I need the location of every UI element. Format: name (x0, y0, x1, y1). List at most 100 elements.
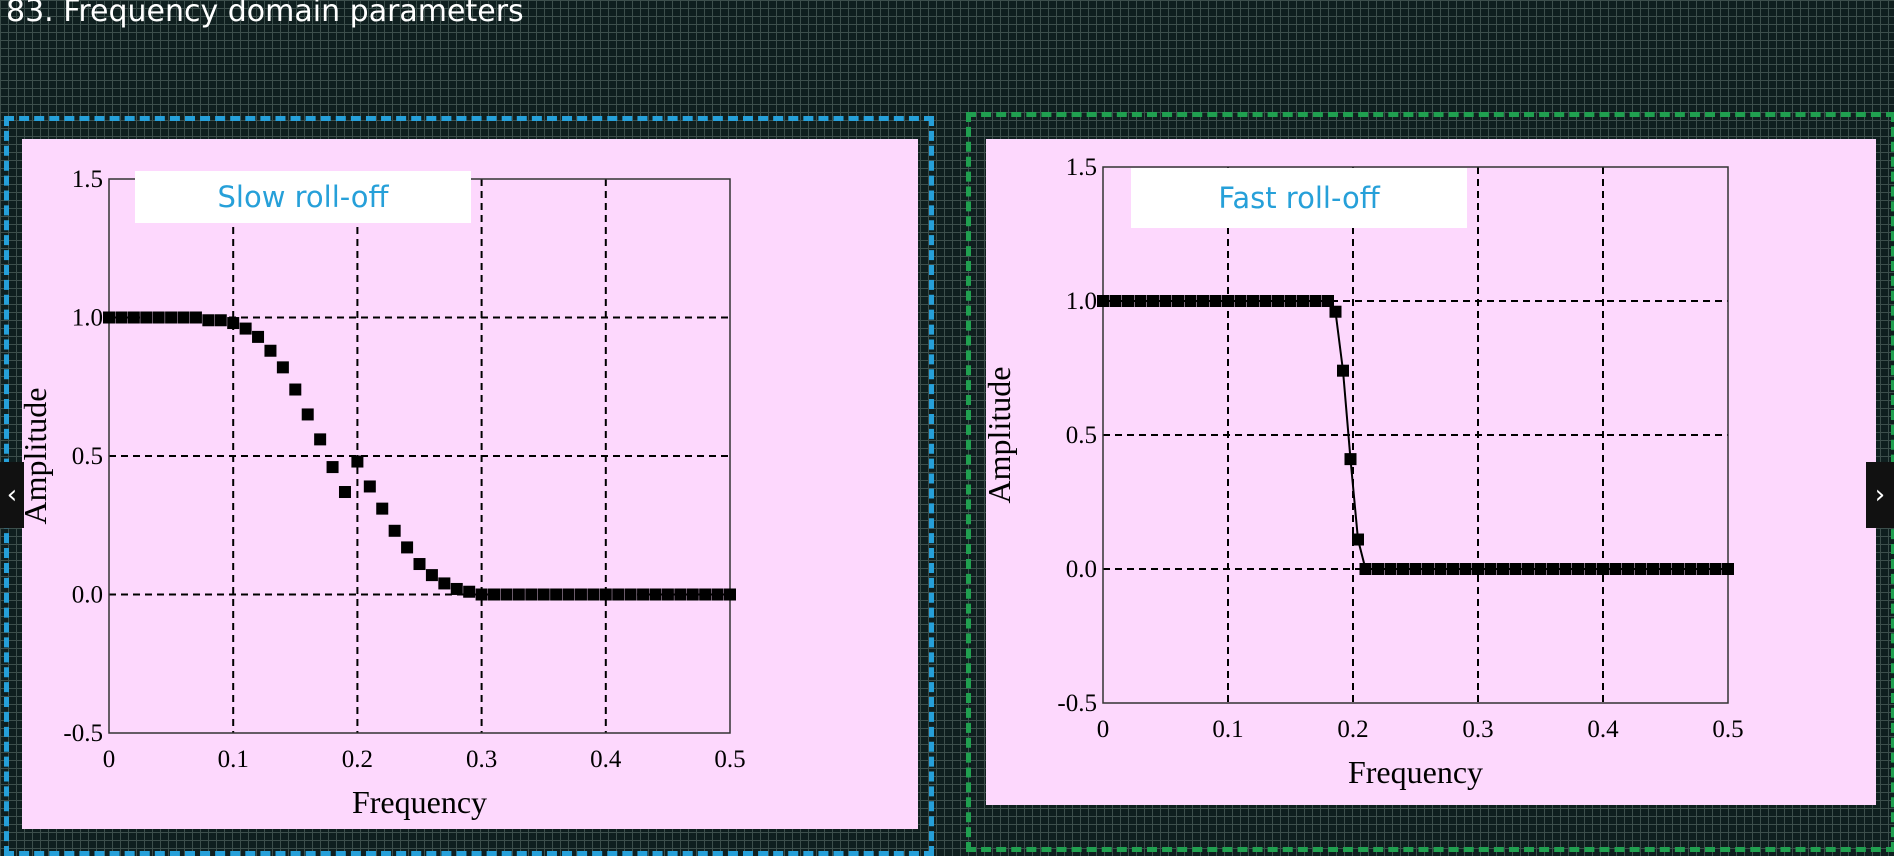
data-point (1209, 295, 1222, 307)
data-point (1329, 305, 1342, 318)
y-tick-label: 0.5 (72, 443, 103, 470)
data-point (214, 314, 227, 327)
plot-area (108, 178, 731, 734)
data-point (1297, 295, 1309, 307)
fast-rolloff-chart: 0 0.1 0.2 0.3 0.4 0.5 1.5 1.0 0.5 0.0 -0.5 Frequenc… (981, 154, 1744, 790)
data-point (1709, 563, 1722, 575)
data-point (1622, 563, 1634, 575)
data-point (127, 311, 140, 324)
next-slide-button[interactable]: › (1866, 462, 1894, 528)
data-point (674, 588, 687, 601)
data-point (1309, 295, 1322, 307)
data-point (1634, 563, 1647, 575)
y-tick-label: -0.5 (63, 720, 103, 747)
y-tick-label: -0.5 (1057, 690, 1097, 717)
data-point (637, 588, 650, 601)
data-point (661, 588, 674, 601)
data-point (1184, 295, 1197, 307)
x-tick-label: 0.4 (590, 746, 622, 773)
y-tick-label: 0.5 (1066, 422, 1097, 449)
data-point (550, 588, 563, 601)
data-point (1234, 295, 1247, 307)
y-tick-label: 1.0 (1066, 288, 1097, 315)
data-point (1172, 295, 1184, 307)
data-point (686, 588, 699, 601)
x-tick-label: 0 (1097, 716, 1110, 743)
data-point (1109, 295, 1122, 307)
data-point (450, 582, 463, 595)
data-point (425, 569, 438, 582)
data-point (1722, 563, 1734, 575)
data-point (140, 311, 153, 324)
data-point (649, 588, 662, 601)
data-point (587, 588, 600, 601)
data-point (599, 588, 612, 601)
data-point (1497, 563, 1509, 575)
data-point (525, 588, 538, 601)
y-tick-label: 0.0 (72, 582, 103, 609)
data-point (351, 455, 364, 468)
data-point (1197, 295, 1209, 307)
data-point (376, 502, 389, 515)
data-point (500, 588, 513, 601)
data-point (1434, 563, 1447, 575)
data-point (177, 311, 190, 324)
data-point (314, 433, 327, 446)
data-point (1159, 295, 1172, 307)
data-point (699, 588, 712, 601)
data-point (1097, 295, 1109, 307)
data-point (1337, 364, 1349, 377)
data-point (488, 588, 501, 601)
data-point (1147, 295, 1159, 307)
data-point (475, 588, 488, 601)
data-point (338, 486, 351, 499)
data-point (1547, 563, 1559, 575)
annotation-label: Fast roll-off (1218, 181, 1380, 215)
data-point (711, 588, 724, 601)
x-tick-label: 0.5 (714, 746, 745, 773)
data-point (1422, 563, 1434, 575)
data-point (1272, 295, 1284, 307)
data-point (103, 311, 115, 324)
previous-slide-button[interactable]: ‹ (0, 462, 24, 528)
data-point (1222, 295, 1234, 307)
data-point (1247, 295, 1259, 307)
data-point (1259, 295, 1272, 307)
data-point (289, 383, 302, 396)
data-point (1447, 563, 1459, 575)
data-point (1522, 563, 1534, 575)
data-point (1344, 453, 1357, 466)
data-point (1572, 563, 1584, 575)
data-point (562, 588, 575, 601)
data-point (574, 588, 587, 601)
x-axis-label: Frequency (352, 784, 487, 820)
data-point (624, 588, 637, 601)
data-point (1659, 563, 1672, 575)
y-tick-label: 1.5 (1066, 154, 1097, 181)
data-point (1359, 563, 1372, 575)
data-point (264, 344, 277, 357)
slow-rolloff-chart: 0 0.1 0.2 0.3 0.4 0.5 1.5 1.0 0.5 0.0 -0.5 Frequenc… (17, 166, 746, 820)
data-point (1684, 563, 1697, 575)
slide-title: 83. Frequency domain parameters (6, 0, 524, 29)
y-axis-label: Amplitude (981, 367, 1017, 504)
annotation-label: Slow roll-off (217, 180, 389, 214)
fast-rolloff-chart-panel: 0 0.1 0.2 0.3 0.4 0.5 1.5 1.0 0.5 0.0 -0.5 Frequenc… (981, 139, 1876, 805)
data-point (1534, 563, 1547, 575)
x-tick-label: 0.1 (218, 746, 249, 773)
data-point (363, 480, 376, 493)
data-point (1322, 295, 1334, 307)
data-point (1372, 563, 1384, 575)
data-point (1134, 295, 1147, 307)
data-point (401, 541, 414, 554)
x-tick-label: 0.4 (1587, 716, 1619, 743)
data-point (152, 311, 165, 324)
data-point (1459, 563, 1472, 575)
data-point (463, 585, 476, 598)
data-point (326, 461, 339, 474)
y-tick-label: 1.0 (72, 305, 103, 332)
x-tick-label: 0.3 (1462, 716, 1493, 743)
data-point (1409, 563, 1422, 575)
data-point (1597, 563, 1609, 575)
data-point (165, 311, 178, 324)
